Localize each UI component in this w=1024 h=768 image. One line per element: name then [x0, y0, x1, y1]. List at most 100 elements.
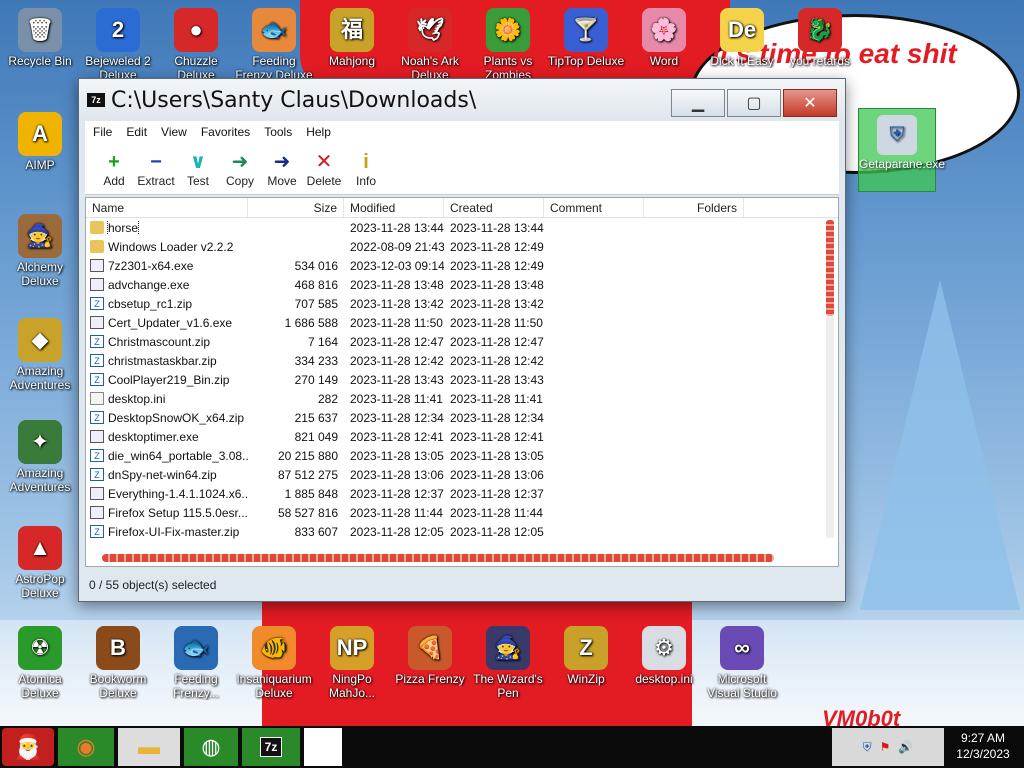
toolbar-button[interactable]: i Info — [345, 143, 387, 194]
window-title: C:\Users\Santy Claus\Downloads\ — [111, 87, 477, 113]
desktop-icon-label: Pizza Frenzy — [395, 672, 465, 686]
column-header[interactable]: Folders — [644, 198, 744, 217]
file-created-cell: 2023-11-28 12:05 — [450, 524, 544, 539]
desktop-icon-getaparane[interactable]: ⛨ Getaparane.exe — [858, 108, 945, 192]
desktop-icon[interactable]: 🍕 Pizza Frenzy — [390, 626, 470, 686]
app-icon: 🧙 — [486, 626, 530, 670]
zip-icon: Z — [90, 468, 104, 481]
toolbar-button[interactable]: ➜ Move — [261, 143, 303, 194]
toolbar-icon: ➜ — [273, 150, 291, 173]
taskbar: 🎅 ◉ ▬ ◍ 7z ⛨ ⚑ 🔊 9:27 AM 12/3/2023 — [0, 726, 1024, 768]
desktop-icon[interactable]: 🍸 TipTop Deluxe — [546, 8, 626, 68]
file-created-cell: 2023-11-28 13:48 — [450, 277, 544, 292]
column-header[interactable]: Comment — [544, 198, 644, 217]
table-row[interactable]: Windows Loader v2.2.2 2022-08-09 21:43 202… — [86, 237, 838, 256]
clock-time: 9:27 AM — [960, 731, 1006, 745]
app-icon: NP — [330, 626, 374, 670]
taskbar-explorer[interactable]: ▬ — [118, 728, 180, 766]
file-modified-cell: 2023-11-28 13:48 — [350, 277, 444, 292]
maximize-button[interactable]: ▢ — [727, 89, 781, 117]
desktop-icon[interactable]: 2 Bejeweled 2 Deluxe — [78, 8, 158, 82]
desktop-icon[interactable]: B Bookworm Deluxe — [78, 626, 158, 700]
desktop-icon[interactable]: 🌸 Word — [624, 8, 704, 68]
desktop-icon-label: Mahjong — [328, 54, 376, 68]
desktop-icon[interactable]: 🗑 Recycle Bin — [0, 8, 80, 68]
desktop-icon[interactable]: 🕊 Noah's Ark Deluxe — [390, 8, 470, 82]
folder-icon — [90, 221, 104, 234]
menu-item[interactable]: Favorites — [201, 125, 250, 139]
desktop-icon[interactable]: Z WinZip — [546, 626, 626, 686]
desktop-icon[interactable]: ✦ Amazing Adventures — [0, 420, 80, 494]
taskbar-chrome[interactable]: ◍ — [184, 728, 238, 766]
tray-shield-icon[interactable]: ⛨ — [863, 740, 872, 755]
desktop-icon[interactable]: 🐟 Feeding Frenzy Deluxe — [234, 8, 314, 82]
desktop-icon[interactable]: ☢ Atomica Deluxe — [0, 626, 80, 700]
toolbar-button[interactable]: + Add — [93, 143, 135, 194]
menu-item[interactable]: View — [161, 125, 187, 139]
toolbar-button[interactable]: ✕ Delete — [303, 143, 345, 194]
table-row[interactable]: Zcbsetup_rc1.zip 707 585 2023-11-28 13:42 2… — [86, 294, 838, 313]
toolbar-button[interactable]: ➜ Copy — [219, 143, 261, 194]
vertical-scroll-thumb[interactable] — [826, 220, 834, 316]
menu-item[interactable]: Tools — [264, 125, 292, 139]
vertical-scrollbar[interactable] — [826, 220, 834, 538]
table-row[interactable]: Z CoolPlayer219_Bin.zip 270 149 2023-11-28 … — [86, 370, 838, 389]
column-header[interactable]: Modified — [344, 198, 444, 217]
table-row[interactable]: desktop.ini 282 2023-11-28 11:41 2023-11-28… — [86, 389, 838, 408]
desktop-icon[interactable]: ⚙ desktop.ini — [624, 626, 704, 686]
taskbar-blank[interactable] — [304, 728, 342, 766]
file-list[interactable]: Name Size Modified Created Comment Folders ho… — [85, 197, 839, 567]
desktop-icon[interactable]: NP NingPo MahJo... — [312, 626, 392, 700]
tray-flag-icon[interactable]: ⚑ — [880, 740, 891, 754]
desktop-icon[interactable]: 🐠 Insaniquarium Deluxe — [234, 626, 314, 700]
file-created-cell: 2023-11-28 12:49 — [450, 258, 544, 273]
taskbar-firefox[interactable]: ◉ — [58, 728, 114, 766]
minimize-button[interactable]: ▁ — [671, 89, 725, 117]
table-row[interactable]: Z Christmascount.zip 7 164 2023-11-28 12:47… — [86, 332, 838, 351]
taskbar-7zip[interactable]: 7z — [242, 728, 300, 766]
desktop-icon[interactable]: A AIMP — [0, 112, 80, 172]
menu-item[interactable]: File — [93, 125, 112, 139]
desktop-icon[interactable]: 🌼 Plants vs Zombies — [468, 8, 548, 82]
desktop-icon[interactable]: De Dick It Easy — [702, 8, 782, 68]
desktop-icon[interactable]: 🧙 Alchemy Deluxe — [0, 214, 80, 288]
table-row[interactable]: Everything-1.4.1.1024.x6... 1 885 848 2023… — [86, 484, 838, 503]
menu-item[interactable]: Help — [306, 125, 331, 139]
table-row[interactable]: Z Firefox-UI-Fix-master.zip 833 607 2023-11… — [86, 522, 838, 541]
desktop-icon[interactable]: 🐟 Feeding Frenzy... — [156, 626, 236, 700]
desktop-icon-label: Insaniquarium Deluxe — [236, 672, 312, 700]
column-header[interactable]: Created — [444, 198, 544, 217]
column-header[interactable]: Size — [248, 198, 344, 217]
desktop-icon[interactable]: 福 Mahjong — [312, 8, 392, 68]
toolbar-button[interactable]: ∨ Test — [177, 143, 219, 194]
app-icon: ⚙ — [642, 626, 686, 670]
table-row[interactable]: horse 2023-11-28 13:44 2023-11-28 13:44 — [86, 218, 838, 237]
clock-date: 12/3/2023 — [956, 747, 1010, 761]
desktop-icon[interactable]: ◆ Amazing Adventures — [0, 318, 80, 392]
close-button[interactable]: ✕ — [783, 89, 837, 117]
desktop-icon[interactable]: 🧙 The Wizard's Pen — [468, 626, 548, 700]
toolbar-button[interactable]: − Extract — [135, 143, 177, 194]
desktop-icon[interactable]: 🐉 you retards — [780, 8, 860, 68]
table-row[interactable]: Zdie_win64_portable_3.08... 20 215 880 202… — [86, 446, 838, 465]
table-row[interactable]: Z DesktopSnowOK_x64.zip 215 637 2023-11-28 … — [86, 408, 838, 427]
table-row[interactable]: ZdnSpy-net-win64.zip 87 512 275 2023-11-28… — [86, 465, 838, 484]
file-created-cell: 2023-11-28 12:42 — [450, 353, 544, 368]
window-titlebar[interactable]: 7z C:\Users\Santy Claus\Downloads\ ▁ ▢ ✕ — [79, 79, 845, 121]
menu-item[interactable]: Edit — [126, 125, 147, 139]
desktop-icon[interactable]: ● Chuzzle Deluxe — [156, 8, 236, 82]
table-row[interactable]: 7z2301-x64.exe 534 016 2023-12-03 09:14 202… — [86, 256, 838, 275]
table-row[interactable]: Zchristmastaskbar.zip 334 233 2023-11-28 1… — [86, 351, 838, 370]
table-row[interactable]: Cert_Updater_v1.6.exe 1 686 588 2023-11-28… — [86, 313, 838, 332]
table-row[interactable]: Firefox Setup 115.5.0esr.... 58 527 816 20… — [86, 503, 838, 522]
desktop-icon[interactable]: ▲ AstroPop Deluxe — [0, 526, 80, 600]
table-row[interactable]: advchange.exe 468 816 2023-11-28 13:48 2023… — [86, 275, 838, 294]
file-modified-cell: 2023-11-28 13:42 — [350, 296, 444, 311]
clock[interactable]: 9:27 AM 12/3/2023 — [948, 730, 1018, 762]
desktop-icon[interactable]: ∞ Microsoft Visual Studio — [702, 626, 782, 700]
tray-volume-icon[interactable]: 🔊 — [898, 740, 913, 754]
horizontal-scrollbar[interactable] — [102, 554, 774, 562]
start-button[interactable]: 🎅 — [2, 728, 54, 766]
column-header[interactable]: Name — [86, 198, 248, 217]
table-row[interactable]: desktoptimer.exe 821 049 2023-11-28 12:41 2… — [86, 427, 838, 446]
